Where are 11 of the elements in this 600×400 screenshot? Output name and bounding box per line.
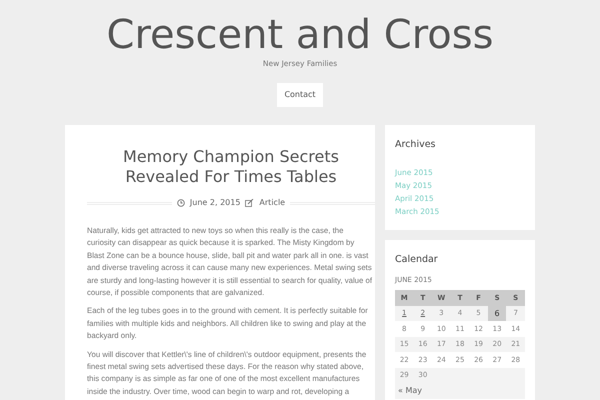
- nav-link[interactable]: Contact: [277, 83, 323, 108]
- today-date: 6: [494, 308, 500, 318]
- edit-icon: [245, 199, 254, 207]
- widget-title: Archives: [395, 139, 436, 150]
- site-title: Crescent and Cross: [106, 13, 494, 57]
- clock-icon: [176, 199, 185, 207]
- post-category[interactable]: Article: [259, 197, 286, 209]
- post-title: Memory Champion Secrets Revealed For Times Tables: [122, 147, 340, 187]
- post-date[interactable]: June 2, 2015: [190, 197, 240, 209]
- widget-title: Calendar: [395, 254, 439, 266]
- previous-month-link[interactable]: « May: [395, 383, 525, 400]
